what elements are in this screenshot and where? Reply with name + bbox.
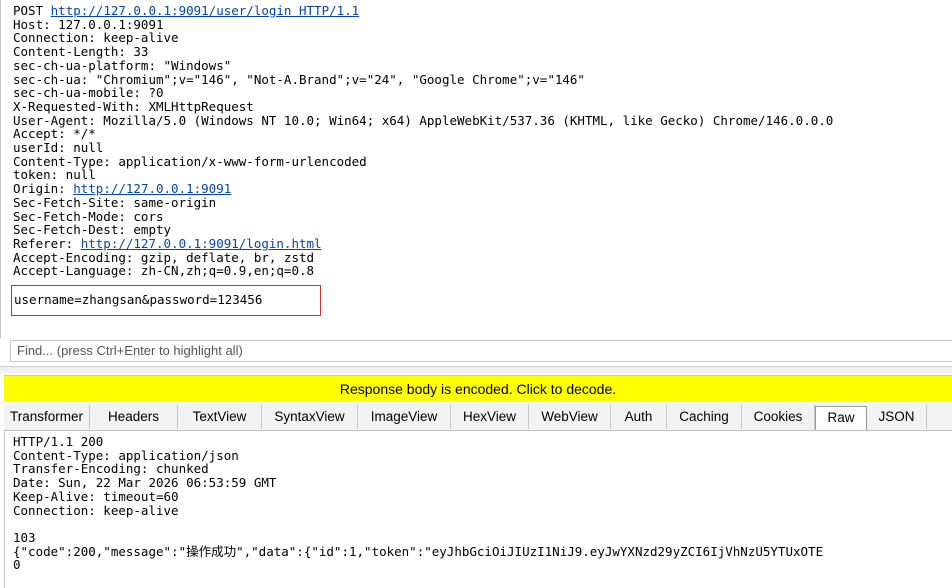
request-headers: POST http://127.0.0.1:9091/user/login HT… <box>13 4 833 278</box>
response-chunk-terminator: 0 <box>13 557 21 573</box>
tab-textview[interactable]: TextView <box>178 404 262 429</box>
tab-raw[interactable]: Raw <box>815 406 867 430</box>
tab-headers[interactable]: Headers <box>90 404 178 429</box>
response-inspector-tabs: Transformer Headers TextView SyntaxView Imag… <box>4 404 952 431</box>
tab-syntaxview[interactable]: SyntaxView <box>262 404 358 429</box>
header-user-agent: User-Agent: Mozilla/5.0 (Windows NT 10.0… <box>13 112 834 128</box>
decode-notice-bar[interactable]: Response body is encoded. Click to decod… <box>4 375 952 402</box>
tab-cookies[interactable]: Cookies <box>742 404 815 429</box>
tab-imageview[interactable]: ImageView <box>358 404 451 429</box>
response-raw-pane[interactable]: HTTP/1.1 200 Content-Type: application/j… <box>4 431 952 588</box>
tab-hexview[interactable]: HexView <box>451 404 529 429</box>
response-text: HTTP/1.1 200 Content-Type: application/j… <box>13 435 823 572</box>
find-input[interactable]: Find... (press Ctrl+Enter to highlight a… <box>10 340 952 362</box>
header-accept-language: Accept-Language: zh-CN,zh;q=0.9,en;q=0.8 <box>13 263 315 279</box>
pane-splitter[interactable] <box>0 366 952 373</box>
response-json-body: {"code":200,"message":"操作成功","data":{"id… <box>13 543 824 559</box>
tab-caching[interactable]: Caching <box>667 404 742 429</box>
request-body: username=zhangsan&password=123456 <box>14 292 263 307</box>
request-body-highlight: username=zhangsan&password=123456 <box>11 285 321 316</box>
tab-auth[interactable]: Auth <box>611 404 667 429</box>
tab-json[interactable]: JSON <box>867 404 927 429</box>
request-raw-pane[interactable]: POST http://127.0.0.1:9091/user/login HT… <box>0 0 952 338</box>
tab-webview[interactable]: WebView <box>529 404 611 429</box>
response-connection: Connection: keep-alive <box>13 502 179 518</box>
tab-transformer[interactable]: Transformer <box>4 404 90 429</box>
